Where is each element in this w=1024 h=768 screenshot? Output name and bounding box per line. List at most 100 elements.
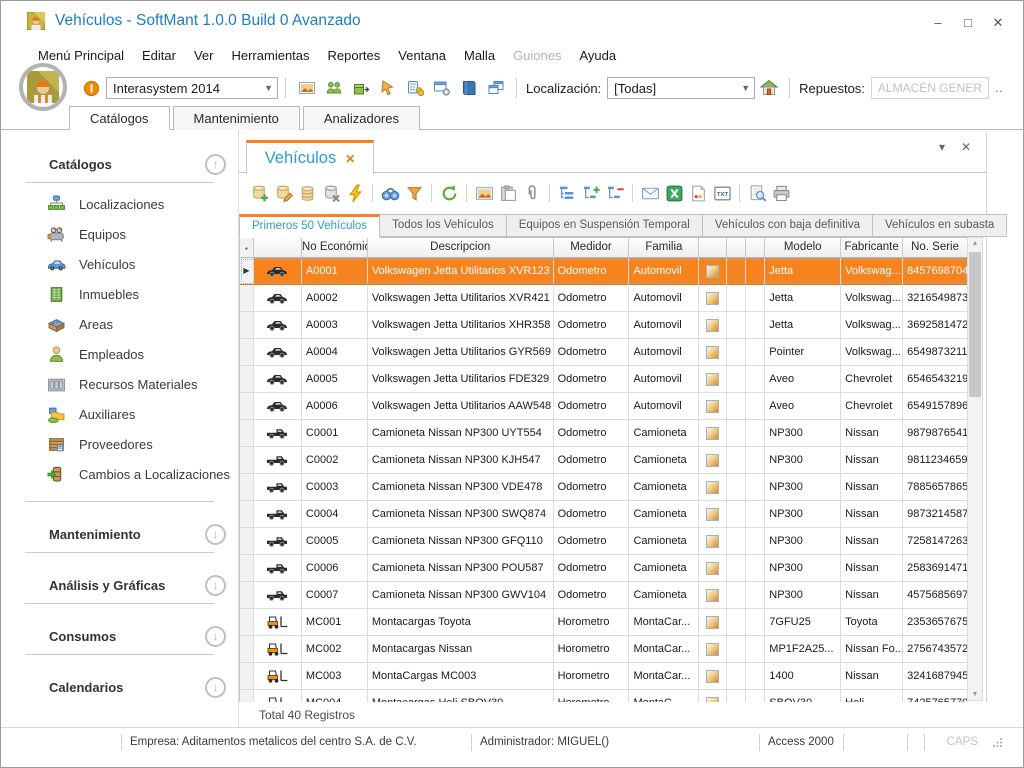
subtab-suspension[interactable]: Equipos en Suspensión Temporal (507, 214, 703, 237)
row-selector[interactable]: ▶ (240, 528, 254, 555)
tab-mantenimiento[interactable]: Mantenimiento (173, 106, 300, 130)
collapse-up-icon[interactable]: ↑ (205, 154, 226, 175)
table-row[interactable]: ▶ C0002 Camioneta Nissan NP300 KJH547 Od… (240, 447, 967, 474)
row-selector[interactable]: ▶ (240, 582, 254, 609)
expand-down-icon[interactable]: ↓ (205, 677, 226, 698)
menu-malla[interactable]: Malla (455, 44, 504, 67)
execute-icon[interactable] (343, 182, 367, 204)
row-selector[interactable]: ▶ (240, 474, 254, 501)
column-header-descripcion[interactable]: Descripcion (368, 238, 554, 258)
subtab-primeros-50[interactable]: Primeros 50 Vehículos (239, 214, 380, 238)
book-icon[interactable] (458, 77, 480, 99)
binoculars-icon[interactable] (378, 182, 402, 204)
sidebar-section-mantenimiento[interactable]: Mantenimiento ↓ (1, 520, 238, 548)
sidebar-item-inmuebles[interactable]: Inmuebles (1, 279, 238, 309)
menu-herramientas[interactable]: Herramientas (222, 44, 318, 67)
add-record-icon[interactable] (247, 182, 271, 204)
table-row[interactable]: ▶ A0002 Volkswagen Jetta Utilitarios XVR… (240, 285, 967, 312)
scrollbar-thumb[interactable] (969, 252, 981, 397)
column-header-selector[interactable]: * (240, 238, 254, 258)
menu-reportes[interactable]: Reportes (319, 44, 390, 67)
scroll-down-icon[interactable]: ▼ (968, 691, 982, 698)
refresh-icon[interactable] (437, 182, 461, 204)
picture-icon[interactable] (472, 182, 496, 204)
column-header-icon[interactable] (254, 238, 302, 258)
windows-copy-icon[interactable] (485, 77, 507, 99)
attachment-icon[interactable] (520, 182, 544, 204)
row-selector[interactable]: ▶ (240, 366, 254, 393)
column-header-no-serie[interactable]: No. Serie (903, 238, 967, 258)
table-row[interactable]: ▶ C0004 Camioneta Nissan NP300 SWQ874 Od… (240, 501, 967, 528)
table-row[interactable]: ▶ MC001 Montacargas Toyota Horometro Mon… (240, 609, 967, 636)
home-icon[interactable] (758, 77, 780, 99)
table-row[interactable]: ▶ MC002 Montacargas Nissan Horometro Mon… (240, 636, 967, 663)
row-selector[interactable]: ▶ (240, 447, 254, 474)
row-selector[interactable]: ▶ (240, 555, 254, 582)
row-selector[interactable]: ▶ (240, 258, 254, 285)
row-selector[interactable]: ▶ (240, 393, 254, 420)
table-row[interactable]: ▶ C0006 Camioneta Nissan NP300 POU587 Od… (240, 555, 967, 582)
row-selector[interactable]: ▶ (240, 690, 254, 702)
column-header-extra1[interactable] (727, 238, 746, 258)
tree-remove-icon[interactable] (603, 182, 627, 204)
close-button[interactable]: ✕ (991, 15, 1005, 31)
scroll-up-icon[interactable]: ▲ (968, 240, 982, 247)
row-selector[interactable]: ▶ (240, 420, 254, 447)
column-header-no-economico[interactable]: No Económico (302, 238, 368, 258)
calculator-icon[interactable] (404, 77, 426, 99)
sidebar-item-auxiliares[interactable]: Auxiliares (1, 399, 238, 429)
table-row[interactable]: ▶ C0007 Camioneta Nissan NP300 GWV104 Od… (240, 582, 967, 609)
row-selector[interactable]: ▶ (240, 339, 254, 366)
table-row[interactable]: ▶ C0005 Camioneta Nissan NP300 GFQ110 Od… (240, 528, 967, 555)
table-row[interactable]: ▶ MC003 MontaCargas MC003 Horometro Mont… (240, 663, 967, 690)
expand-down-icon[interactable]: ↓ (205, 626, 226, 647)
pointer-icon[interactable] (377, 77, 399, 99)
tree-add-icon[interactable] (579, 182, 603, 204)
row-selector[interactable]: ▶ (240, 312, 254, 339)
table-row[interactable]: ▶ A0004 Volkswagen Jetta Utilitarios GYR… (240, 339, 967, 366)
expand-down-icon[interactable]: ↓ (205, 524, 226, 545)
table-row[interactable]: ▶ A0001 Volkswagen Jetta Utilitarios XVR… (240, 258, 967, 285)
column-header-pic[interactable] (699, 238, 727, 258)
sidebar-item-localizaciones[interactable]: Localizaciones (1, 189, 238, 219)
table-row[interactable]: ▶ MC004 Montacargas Heli SBOV30 Horometr… (240, 690, 967, 702)
paste-icon[interactable] (496, 182, 520, 204)
row-selector[interactable]: ▶ (240, 663, 254, 690)
tab-catalogos[interactable]: Catálogos (69, 106, 170, 130)
print-preview-icon[interactable] (745, 182, 769, 204)
sidebar-item-cambios-localizaciones[interactable]: Cambios a Localizaciones (1, 459, 238, 489)
tree-list-icon[interactable] (555, 182, 579, 204)
subtab-baja[interactable]: Vehículos con baja definitiva (703, 214, 873, 237)
sidebar-item-proveedores[interactable]: Proveedores (1, 429, 238, 459)
sidebar-item-areas[interactable]: Areas (1, 309, 238, 339)
minimize-button[interactable]: – (931, 15, 945, 31)
sidebar-item-equipos[interactable]: Equipos (1, 219, 238, 249)
sidebar-section-analisis[interactable]: Análisis y Gráficas ↓ (1, 571, 238, 599)
repuestos-field[interactable] (871, 77, 989, 99)
users-icon[interactable] (323, 77, 345, 99)
sidebar-section-catalogos[interactable]: Catálogos ↑ (1, 150, 238, 178)
subtab-subasta[interactable]: Vehículos en subasta (873, 214, 1007, 237)
column-header-extra2[interactable] (746, 238, 765, 258)
txt-export-icon[interactable]: TXT (710, 182, 734, 204)
expand-down-icon[interactable]: ↓ (205, 575, 226, 596)
menu-ventana[interactable]: Ventana (389, 44, 455, 67)
picture-icon[interactable] (296, 77, 318, 99)
maximize-button[interactable]: □ (961, 15, 975, 31)
column-header-modelo[interactable]: Modelo (765, 238, 841, 258)
warning-icon[interactable] (83, 80, 100, 97)
document-tab-vehiculos[interactable]: Vehículos ✕ (246, 140, 374, 174)
sidebar-section-consumos[interactable]: Consumos ↓ (1, 622, 238, 650)
table-row[interactable]: ▶ A0003 Volkswagen Jetta Utilitarios XHR… (240, 312, 967, 339)
column-header-fabricante[interactable]: Fabricante (841, 238, 903, 258)
company-combo[interactable]: Interasystem 2014 ▼ (106, 77, 278, 99)
window-settings-icon[interactable] (431, 77, 453, 99)
menu-ayuda[interactable]: Ayuda (570, 44, 625, 67)
table-row[interactable]: ▶ C0003 Camioneta Nissan NP300 VDE478 Od… (240, 474, 967, 501)
menu-ver[interactable]: Ver (185, 44, 223, 67)
vertical-scrollbar[interactable]: ▲ ▼ (967, 237, 983, 701)
row-selector[interactable]: ▶ (240, 636, 254, 663)
sidebar-item-recursos-materiales[interactable]: Recursos Materiales (1, 369, 238, 399)
filter-icon[interactable] (402, 182, 426, 204)
localizacion-combo[interactable]: [Todas] ▼ (607, 77, 755, 99)
